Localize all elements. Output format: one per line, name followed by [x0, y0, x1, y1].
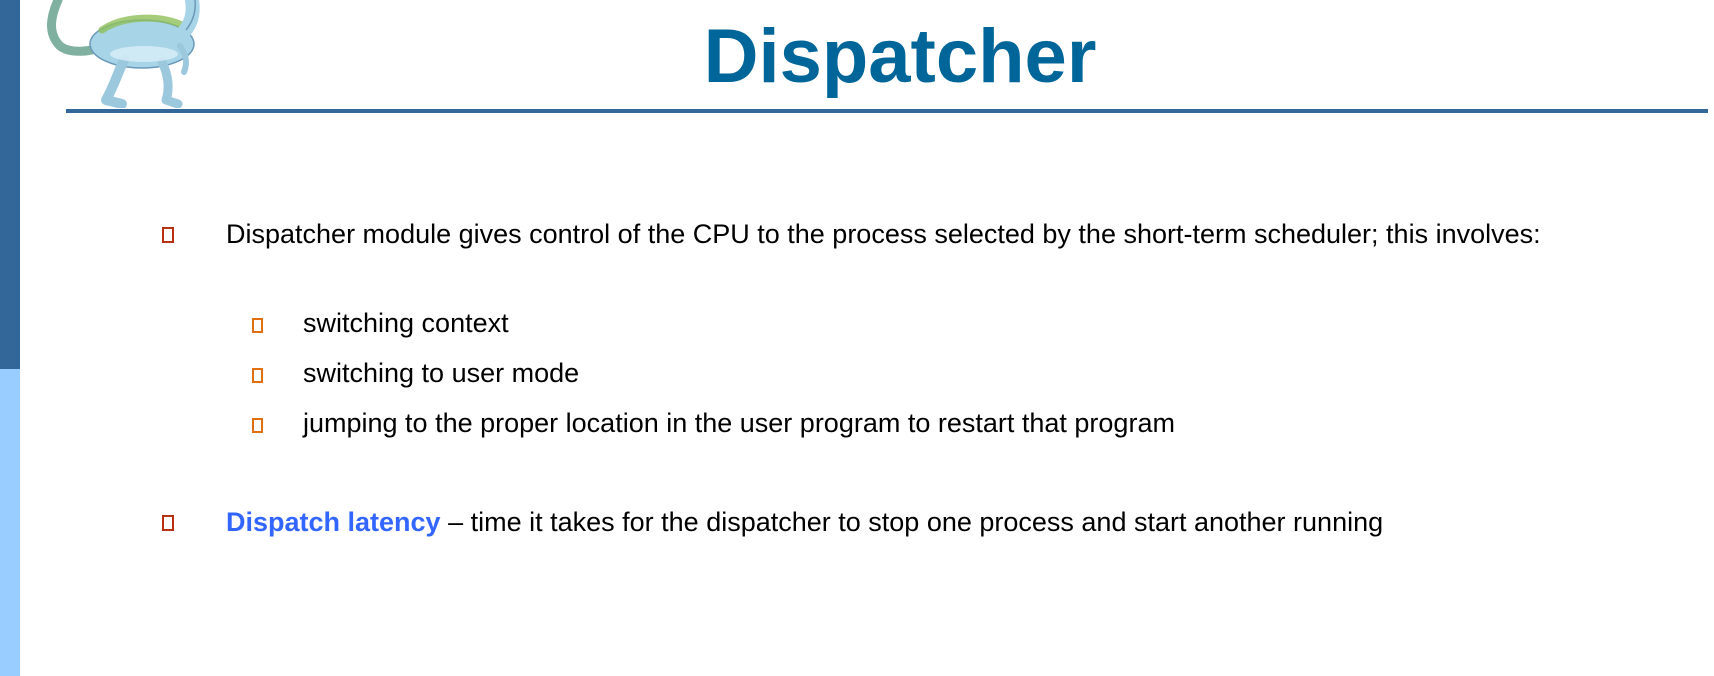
- sub-bullet-text: switching context: [303, 308, 509, 338]
- term-definition: – time it takes for the dispatcher to st…: [440, 507, 1384, 537]
- left-accent-bar-dark: [0, 0, 20, 369]
- sub-bullet-marker: [252, 318, 263, 333]
- sub-bullet-text: jumping to the proper location in the us…: [303, 408, 1175, 438]
- slide-title: Dispatcher: [703, 14, 1097, 99]
- sub-bullet-text: switching to user mode: [303, 358, 580, 388]
- bullet-text: Dispatch latency – time it takes for the…: [226, 503, 1383, 541]
- sub-bullet-marker: [252, 368, 263, 383]
- left-accent-bar-light: [0, 369, 20, 676]
- title-divider: [66, 109, 1708, 113]
- bullet-marker: [162, 515, 174, 531]
- dinosaur-logo-icon: [47, 0, 200, 108]
- bullet-marker: [162, 227, 174, 243]
- sub-bullet-marker: [252, 418, 263, 433]
- term-dispatch-latency: Dispatch latency: [226, 507, 441, 537]
- bullet-text: Dispatcher module gives control of the C…: [226, 219, 1541, 249]
